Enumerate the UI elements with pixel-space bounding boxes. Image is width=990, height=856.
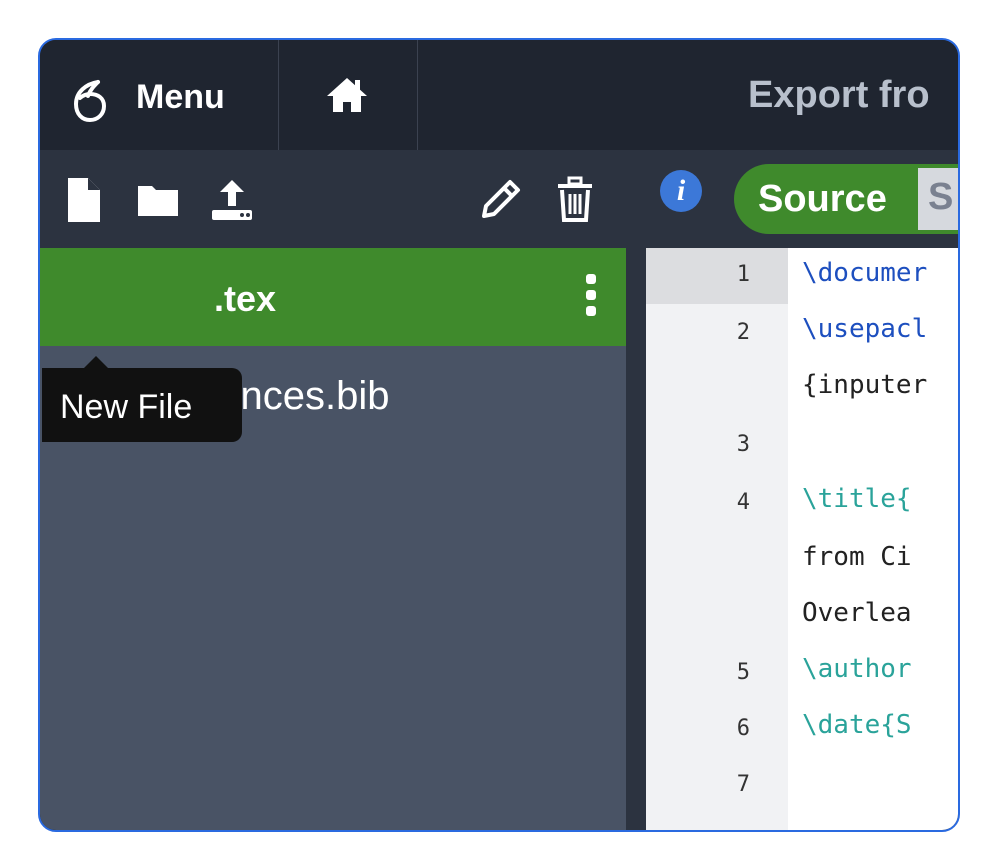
code-line: \author [802,654,912,684]
line-number: 4 [736,490,750,515]
project-title: Export fro [748,74,930,116]
file-item-main-tex[interactable] [40,248,626,346]
code-line: \title{ [802,484,912,514]
rich-text-label: S [928,176,954,218]
file-tree-panel: .tex references.bib New File [40,150,626,830]
file-menu-kebab-icon[interactable] [586,274,598,316]
code-line: {inputer [802,370,928,400]
home-button[interactable] [279,40,418,150]
line-number: 7 [736,772,750,797]
app-window: Menu Export fro .tex references.bib New … [38,38,960,832]
code-editor[interactable]: 1 2 3 4 5 6 7 \documer \usepacl {inputer… [646,248,958,830]
new-folder-icon[interactable] [136,182,180,218]
menu-label: Menu [136,78,225,116]
info-icon[interactable]: i [660,170,702,212]
tooltip-arrow [84,356,108,368]
code-line: from Ci [802,542,912,572]
tooltip-text: New File [60,388,193,426]
delete-trash-icon[interactable] [556,176,594,222]
top-bar: Menu Export fro [40,40,958,150]
source-mode-label[interactable]: Source [758,178,887,221]
line-number: 3 [736,432,750,457]
overleaf-logo-icon [73,80,107,122]
panel-resize-handle[interactable] [626,150,646,830]
code-line: \date{S [802,710,912,740]
file-name-main-tex: .tex [214,278,277,319]
code-line: \usepacl [802,314,928,344]
rich-text-mode-toggle[interactable]: S [918,168,958,230]
code-line: \documer [802,258,928,288]
new-file-icon[interactable] [66,176,102,224]
rename-pencil-icon[interactable] [480,178,522,220]
line-number: 6 [736,716,750,741]
line-number: 2 [736,320,750,345]
line-number: 5 [736,660,750,685]
line-number: 1 [736,262,750,287]
code-line: Overlea [802,598,912,628]
file-tree-toolbar [40,150,626,248]
upload-icon[interactable] [208,178,256,222]
home-icon [327,78,367,112]
menu-button[interactable]: Menu [40,40,279,150]
